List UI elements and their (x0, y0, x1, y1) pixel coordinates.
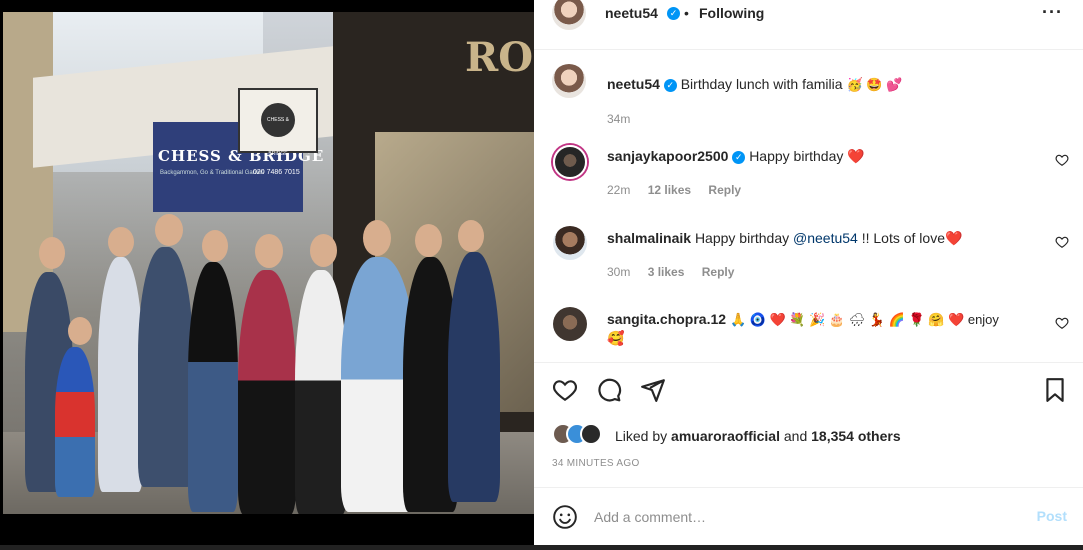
shop-sign-phone: 020 7486 7015 (253, 169, 300, 176)
share-paper-plane-icon[interactable] (640, 377, 666, 403)
comment-reply-button[interactable]: Reply (708, 183, 741, 197)
comment-mention-link[interactable]: @neetu54 (793, 230, 858, 246)
hanging-sign-logo: CHESS & BRIDGE (261, 103, 295, 157)
comment-composer: Post (534, 487, 1083, 545)
shop-sign-subtext: Backgammon, Go & Traditional Games (160, 170, 265, 176)
caption: neetu54 ✓ Birthday lunch with familia 🥳 … (534, 60, 1083, 126)
comment-text: 🙏 🧿 ❤️ 💐 🎉 🎂 🌧 💃 🌈 🌹 🤗 ❤️ enjoy (729, 312, 999, 327)
post-media: RO CHESS & BRIDGE Backgammon, Go & Tradi… (0, 0, 534, 550)
comment-likes[interactable]: 12 likes (648, 183, 691, 197)
person (295, 270, 347, 514)
post-photo[interactable]: RO CHESS & BRIDGE Backgammon, Go & Tradi… (3, 12, 534, 514)
verified-badge-icon: ✓ (732, 150, 746, 164)
caption-emojis: 🥳 🤩 💕 (846, 77, 903, 92)
comment-item: shalmalinaik Happy birthday @neetu54 !! … (534, 222, 1083, 282)
liked-by-text: Liked by amuaroraofficial and 18,354 oth… (615, 428, 901, 444)
post-comment-button[interactable]: Post (1037, 508, 1067, 524)
comments-list: neetu54 ✓ Birthday lunch with familia 🥳 … (534, 50, 1083, 362)
post-header: neetu54 ✓ • Following ··· (534, 0, 1083, 50)
caption-avatar[interactable] (552, 64, 586, 98)
like-comment-heart-icon[interactable] (1055, 316, 1069, 330)
comment-avatar[interactable] (553, 145, 587, 179)
author-username[interactable]: neetu54 (605, 5, 658, 21)
emoji-smiley-icon[interactable] (552, 504, 578, 530)
caption-username[interactable]: neetu54 (607, 76, 660, 92)
comment-time: 30m (607, 265, 631, 279)
comment-time: 22m (607, 183, 631, 197)
comment-username[interactable]: shalmalinaik (607, 230, 691, 246)
comment-text-continued: 🥰 (607, 330, 625, 346)
comment-text: !! Lots of love❤️ (857, 230, 963, 246)
comment-username[interactable]: sangita.chopra.12 (607, 311, 726, 327)
verified-badge-icon: ✓ (667, 7, 680, 20)
like-comment-heart-icon[interactable] (1055, 153, 1069, 167)
caption-text: Birthday lunch with familia (680, 76, 843, 92)
caption-time: 34m (607, 112, 631, 126)
liked-by-user-link[interactable]: amuaroraofficial (671, 428, 780, 444)
post-actions: Liked by amuaroraofficial and 18,354 oth… (534, 362, 1083, 484)
likes-count-link[interactable]: 18,354 others (811, 428, 901, 444)
following-button[interactable]: Following (699, 5, 764, 21)
liked-by-avatars[interactable] (552, 423, 608, 447)
verified-badge-icon: ✓ (663, 78, 677, 92)
like-comment-heart-icon[interactable] (1055, 235, 1069, 249)
comment-likes[interactable]: 3 likes (648, 265, 685, 279)
more-options-icon[interactable]: ··· (1042, 2, 1063, 23)
storefront-letters: RO (465, 34, 534, 81)
post-side-panel: neetu54 ✓ • Following ··· neetu54 ✓ Birt… (534, 0, 1083, 545)
add-comment-input[interactable] (594, 506, 1014, 528)
comment-item: sanjaykapoor2500 ✓ Happy birthday ❤️ 22m… (534, 140, 1083, 200)
comment-text: Happy birthday (694, 230, 793, 246)
author-avatar[interactable] (552, 0, 586, 30)
comment-bubble-icon[interactable] (596, 377, 622, 403)
person (98, 257, 143, 492)
post-timestamp[interactable]: 34 MINUTES AGO (552, 458, 640, 469)
comment-reply-button[interactable]: Reply (702, 265, 735, 279)
person (55, 347, 95, 497)
liker-avatar (580, 423, 602, 445)
comment-avatar[interactable] (553, 226, 587, 260)
person (188, 262, 238, 512)
save-bookmark-icon[interactable] (1042, 377, 1068, 403)
person (448, 252, 500, 502)
like-heart-icon[interactable] (552, 377, 578, 403)
comment-avatar[interactable] (553, 307, 587, 341)
bottom-strip (0, 545, 1083, 550)
person (138, 247, 193, 487)
comment-text: Happy birthday ❤️ (749, 148, 865, 164)
person (238, 270, 296, 514)
comment-username[interactable]: sanjaykapoor2500 (607, 148, 728, 164)
comment-item: sangita.chopra.12 🙏 🧿 ❤️ 💐 🎉 🎂 🌧 💃 🌈 🌹 🤗… (534, 303, 1083, 362)
